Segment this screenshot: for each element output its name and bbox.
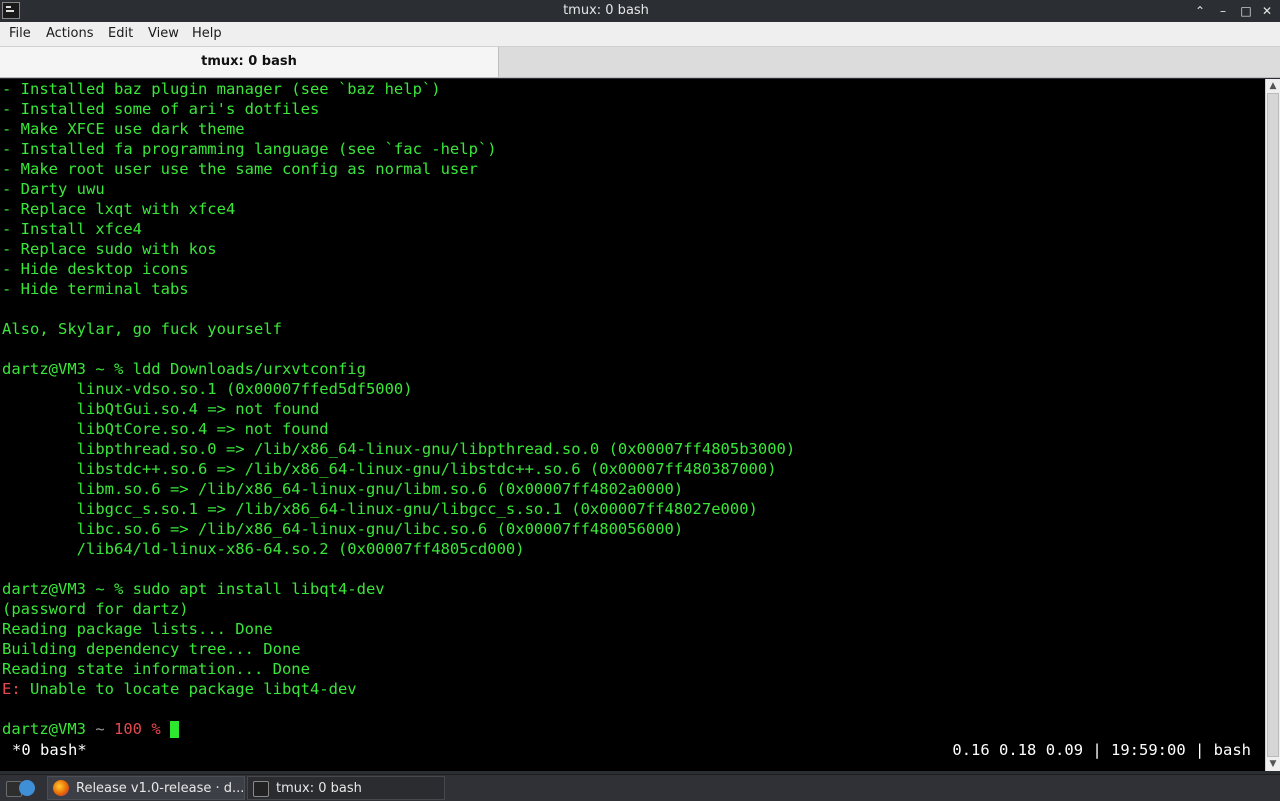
terminal-line: Also, Skylar, go fuck yourself — [2, 320, 282, 338]
tmux-status-right: 0.16 0.18 0.09 | 19:59:00 | bash — [952, 741, 1251, 759]
terminal-cursor — [170, 721, 180, 738]
taskbar-item-terminal[interactable]: tmux: 0 bash — [247, 776, 445, 800]
terminal-icon — [253, 781, 269, 797]
window-title: tmux: 0 bash — [563, 3, 649, 18]
terminal-line: - Install xfce4 — [2, 220, 142, 238]
terminal-line: - Installed baz plugin manager (see `baz… — [2, 80, 441, 98]
terminal-line: - Replace lxqt with xfce4 — [2, 200, 236, 218]
tab-tmux-bash[interactable]: tmux: 0 bash — [0, 47, 499, 77]
terminal-output[interactable]: - Installed baz plugin manager (see `baz… — [0, 79, 1265, 771]
terminal-line: Reading state information... Done — [2, 660, 310, 678]
restore-icon[interactable]: □ — [1236, 2, 1256, 20]
error-message: Unable to locate package libqt4-dev — [20, 680, 357, 698]
tmux-status-bar: *0 bash* 0.16 0.18 0.09 | 19:59:00 | bas… — [0, 740, 1265, 760]
terminal-line: libQtGui.so.4 => not found — [2, 400, 320, 418]
scroll-down-icon[interactable]: ▼ — [1266, 757, 1280, 771]
terminal-line: libgcc_s.so.1 => /lib/x86_64-linux-gnu/l… — [2, 500, 758, 518]
terminal-line: Reading package lists... Done — [2, 620, 273, 638]
menu-edit[interactable]: Edit — [108, 26, 133, 41]
terminal-line: - Make XFCE use dark theme — [2, 120, 245, 138]
menu-actions[interactable]: Actions — [46, 26, 94, 41]
minimize-icon[interactable]: – — [1213, 2, 1233, 20]
prompt-exit-code: 100 % — [114, 720, 161, 738]
prompt-user: dartz@VM3 — [2, 720, 86, 738]
prompt-tilde: ~ — [86, 720, 114, 738]
taskbar: Release v1.0-release · d... tmux: 0 bash — [0, 774, 1280, 801]
taskbar-item-firefox[interactable]: Release v1.0-release · d... — [47, 776, 245, 800]
window-titlebar[interactable]: tmux: 0 bash ⌃ – □ ✕ — [0, 0, 1280, 22]
menu-help[interactable]: Help — [192, 26, 222, 41]
error-prefix: E: — [2, 680, 21, 698]
tab-bar: tmux: 0 bash — [0, 47, 1280, 78]
terminal-line: - Hide terminal tabs — [2, 280, 189, 298]
terminal-line: - Installed fa programming language (see… — [2, 140, 497, 158]
terminal-scrollbar[interactable]: ▲ ▼ — [1265, 79, 1280, 771]
menu-file[interactable]: File — [9, 26, 31, 41]
firefox-icon — [53, 780, 69, 796]
taskbar-item-label: Release v1.0-release · d... — [76, 781, 245, 796]
terminal-line: - Installed some of ari's dotfiles — [2, 100, 320, 118]
terminal-line: - Replace sudo with kos — [2, 240, 217, 258]
terminal-line: - Darty uwu — [2, 180, 105, 198]
terminal-line: libm.so.6 => /lib/x86_64-linux-gnu/libm.… — [2, 480, 684, 498]
terminal-prompt-line: dartz@VM3 ~ 100 % — [2, 719, 180, 739]
scroll-up-icon[interactable]: ▲ — [1266, 79, 1280, 93]
terminal-line: /lib64/ld-linux-x86-64.so.2 (0x00007ff48… — [2, 540, 525, 558]
scrollbar-thumb[interactable] — [1267, 93, 1279, 757]
terminal-line: libQtCore.so.4 => not found — [2, 420, 329, 438]
terminal-line: (password for dartz) — [2, 600, 189, 618]
maximize-caret-icon[interactable]: ⌃ — [1190, 2, 1210, 20]
terminal-error-line: E: Unable to locate package libqt4-dev — [2, 679, 357, 699]
terminal-line: Building dependency tree... Done — [2, 640, 301, 658]
menu-view[interactable]: View — [148, 26, 179, 41]
taskbar-item-label: tmux: 0 bash — [276, 781, 362, 796]
terminal-line: linux-vdso.so.1 (0x00007ffed5df5000) — [2, 380, 413, 398]
menu-bar: File Actions Edit View Help — [0, 22, 1280, 47]
terminal-line: libstdc++.so.6 => /lib/x86_64-linux-gnu/… — [2, 460, 777, 478]
terminal-line: dartz@VM3 ~ % ldd Downloads/urxvtconfig — [2, 360, 366, 378]
whisker-menu-icon[interactable] — [19, 780, 35, 796]
terminal-line: dartz@VM3 ~ % sudo apt install libqt4-de… — [2, 580, 385, 598]
terminal-line: libc.so.6 => /lib/x86_64-linux-gnu/libc.… — [2, 520, 684, 538]
terminal-line: - Make root user use the same config as … — [2, 160, 478, 178]
close-icon[interactable]: ✕ — [1257, 2, 1277, 20]
tmux-window-label[interactable]: *0 bash* — [12, 740, 87, 760]
terminal-line: libpthread.so.0 => /lib/x86_64-linux-gnu… — [2, 440, 796, 458]
terminal-line: - Hide desktop icons — [2, 260, 189, 278]
